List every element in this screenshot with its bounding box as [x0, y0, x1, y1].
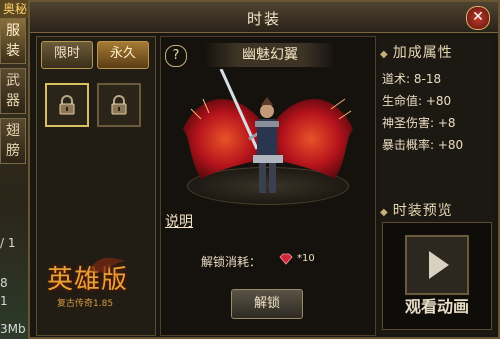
bonus-title-text: 加成属性 [392, 45, 453, 61]
gem-icon [279, 253, 293, 265]
window-title: 时装 [246, 10, 281, 28]
left-stat: / 1 [0, 236, 16, 250]
help-button[interactable]: ? [165, 45, 187, 67]
side-tab-weapon[interactable]: 武器 [0, 68, 26, 114]
side-tab-wings[interactable]: 翅膀 [0, 118, 26, 164]
preview-title-text: 时装预览 [392, 203, 453, 219]
stat-line: 生命值: +80 [382, 94, 452, 108]
left-stat: 1 [0, 294, 8, 308]
unlock-button[interactable]: 解锁 [231, 289, 303, 319]
lock-icon [111, 95, 127, 115]
side-tab-label: 翅膀 [6, 123, 20, 159]
close-icon[interactable]: ✕ [466, 6, 490, 30]
side-tab-label: 服装 [6, 23, 20, 59]
stat-line: 道术: 8-18 [382, 72, 442, 86]
bonus-title: ◆ 加成属性 [380, 42, 494, 62]
stat-line: 暴击概率: +80 [382, 138, 464, 152]
logo-subtitle: 复古传奇1.85 [57, 299, 114, 309]
left-stat: 8 [0, 276, 8, 290]
diamond-icon: ◆ [380, 207, 389, 218]
play-frame [405, 235, 469, 295]
play-icon [429, 251, 449, 279]
dragon-icon [89, 257, 125, 273]
titlebar: 时装 ✕ [30, 2, 498, 33]
unlock-cost-value: *10 [297, 253, 315, 264]
character-with-wings [183, 69, 353, 193]
left-panel: 限时 永久 英雄版 复古传奇1.85 [36, 36, 156, 336]
description-link[interactable]: 说明 [165, 211, 193, 231]
preview-panel: ? 幽魅幻翼 说明 解锁消耗： *10 解锁 [160, 36, 376, 336]
corner-tag: 奥秘 [0, 0, 30, 18]
costume-slot[interactable] [45, 83, 89, 127]
costume-window: 时装 ✕ 限时 永久 英雄版 复古传奇1.85 ? 幽魅幻翼 说明 解锁消耗： … [28, 0, 500, 339]
unlock-cost-label: 解锁消耗： [201, 255, 262, 269]
side-tabs: 服装 武器 翅膀 [0, 18, 26, 168]
watch-animation-button[interactable]: 观看动画 [382, 222, 492, 330]
diamond-icon: ◆ [380, 49, 389, 60]
lock-icon [59, 95, 75, 115]
costume-slot[interactable] [97, 83, 141, 127]
left-stat: 3Mb [0, 322, 26, 336]
game-logo: 英雄版 复古传奇1.85 [47, 257, 147, 329]
item-name: 幽魅幻翼 [205, 43, 335, 67]
stat-line: 神圣伤害: +8 [382, 116, 456, 130]
attributes-panel: ◆ 加成属性 道术: 8-18 生命值: +80 神圣伤害: +8 暴击概率: +… [380, 36, 494, 334]
side-tab-clothes[interactable]: 服装 [0, 18, 26, 64]
tab-permanent[interactable]: 永久 [97, 41, 149, 69]
watch-animation-label: 观看动画 [404, 297, 469, 316]
preview-title: ◆ 时装预览 [380, 200, 494, 220]
tab-limited[interactable]: 限时 [41, 41, 93, 69]
side-tab-label: 武器 [6, 73, 20, 109]
